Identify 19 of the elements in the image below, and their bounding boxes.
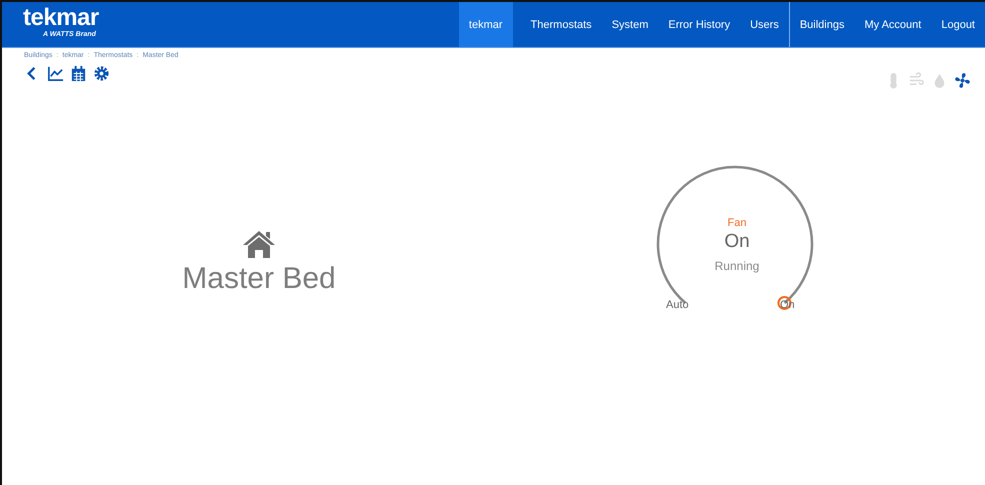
nav-tab[interactable]: My Account xyxy=(854,2,932,47)
logo: tekmar xyxy=(23,5,99,31)
calendar-icon[interactable] xyxy=(70,65,87,82)
nav-tab[interactable]: Logout xyxy=(931,2,985,47)
dial-status: Running xyxy=(714,259,760,273)
nav-tab[interactable]: tekmar xyxy=(458,2,513,47)
fan-mode-option[interactable]: Auto xyxy=(666,299,689,311)
thermostat-name: Master Bed xyxy=(182,262,336,296)
nav-tab[interactable]: Users xyxy=(740,2,789,47)
nav-tab[interactable]: Thermostats xyxy=(520,2,602,47)
settings-icon[interactable] xyxy=(93,65,110,82)
dial-title: Fan xyxy=(728,217,746,229)
dial-value: On xyxy=(724,231,750,253)
nav-tab[interactable]: Buildings xyxy=(790,2,854,47)
nav-tab[interactable]: System xyxy=(602,2,658,47)
nav-tab[interactable]: Error History xyxy=(658,2,740,47)
line-chart-icon[interactable] xyxy=(47,65,64,82)
fan-icon[interactable] xyxy=(954,72,971,89)
house-icon xyxy=(242,229,276,259)
